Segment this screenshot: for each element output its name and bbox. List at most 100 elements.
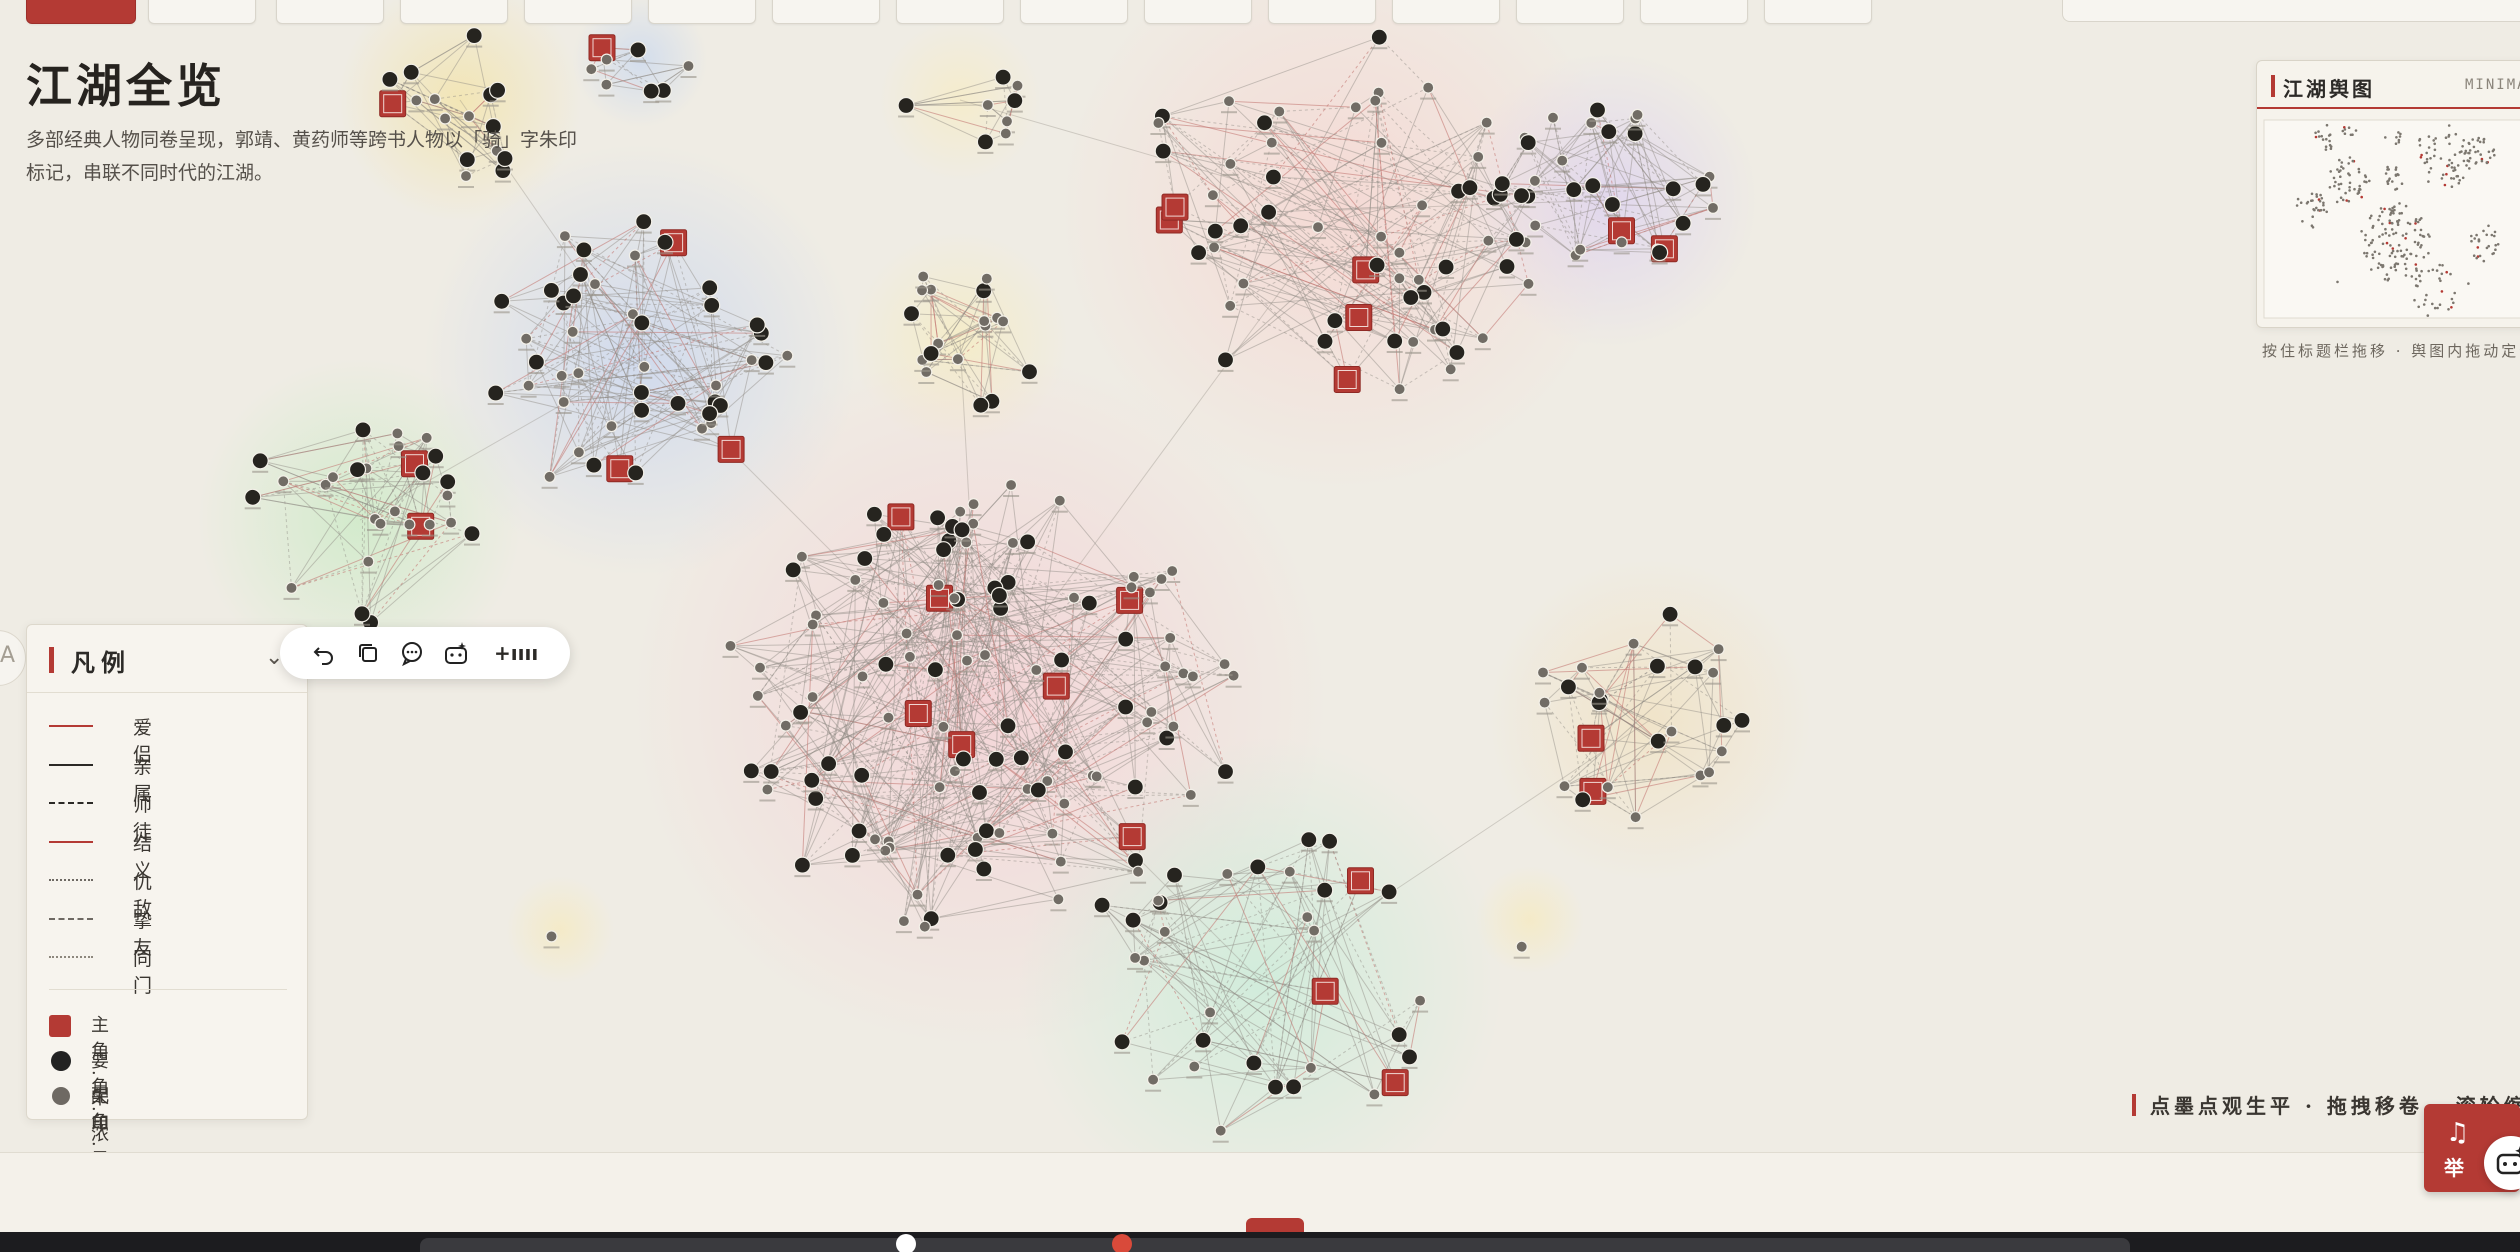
minor-character-node[interactable] bbox=[566, 325, 579, 338]
major-character-node[interactable] bbox=[463, 524, 481, 543]
minimap-titlebar[interactable]: 江湖舆图 MINIMAP bbox=[2257, 61, 2520, 109]
major-character-node[interactable] bbox=[251, 452, 269, 470]
major-character-node[interactable] bbox=[1626, 125, 1644, 143]
major-character-node[interactable] bbox=[1648, 657, 1667, 675]
minor-character-node[interactable] bbox=[1283, 865, 1296, 878]
minor-character-node[interactable] bbox=[932, 578, 945, 592]
major-character-node[interactable] bbox=[1400, 1048, 1419, 1066]
minor-character-node[interactable] bbox=[1601, 781, 1614, 794]
major-character-node[interactable] bbox=[1189, 244, 1208, 262]
minor-character-node[interactable] bbox=[1556, 154, 1569, 167]
minor-character-node[interactable] bbox=[1393, 383, 1406, 396]
major-character-node[interactable] bbox=[1124, 911, 1142, 929]
minor-character-node[interactable] bbox=[1374, 230, 1388, 243]
minor-character-node[interactable] bbox=[1237, 277, 1250, 290]
minor-character-node[interactable] bbox=[374, 517, 387, 530]
minor-character-node[interactable] bbox=[1167, 720, 1180, 733]
minor-character-node[interactable] bbox=[1368, 1088, 1381, 1101]
major-character-node[interactable] bbox=[1603, 195, 1622, 214]
minor-character-node[interactable] bbox=[1311, 221, 1325, 234]
minor-character-node[interactable] bbox=[1615, 236, 1628, 249]
major-character-node[interactable] bbox=[527, 353, 546, 371]
minor-character-node[interactable] bbox=[1141, 716, 1154, 729]
minor-character-node[interactable] bbox=[572, 446, 586, 459]
major-character-node[interactable] bbox=[1126, 778, 1144, 796]
major-character-node[interactable] bbox=[1006, 91, 1024, 110]
tab-active[interactable] bbox=[26, 0, 136, 24]
minor-character-node[interactable] bbox=[954, 505, 967, 518]
major-character-node[interactable] bbox=[487, 384, 505, 402]
minor-character-node[interactable] bbox=[428, 92, 441, 106]
major-character-node[interactable] bbox=[748, 316, 766, 334]
minor-character-node[interactable] bbox=[1273, 105, 1286, 118]
minor-character-node[interactable] bbox=[1090, 770, 1103, 783]
major-character-node[interactable] bbox=[975, 860, 993, 878]
major-character-node[interactable] bbox=[1370, 28, 1388, 46]
major-character-node[interactable] bbox=[1650, 243, 1669, 262]
major-character-node[interactable] bbox=[791, 703, 810, 722]
minor-character-node[interactable] bbox=[868, 833, 882, 846]
minor-character-node[interactable] bbox=[1011, 79, 1024, 92]
ai-icon[interactable] bbox=[442, 639, 470, 667]
major-character-node[interactable] bbox=[1020, 363, 1039, 381]
minor-character-node[interactable] bbox=[403, 518, 416, 531]
major-character-node[interactable] bbox=[922, 344, 940, 363]
minor-character-node[interactable] bbox=[806, 618, 819, 631]
minor-character-node[interactable] bbox=[1529, 219, 1542, 232]
minor-character-node[interactable] bbox=[999, 127, 1012, 140]
minor-character-node[interactable] bbox=[1375, 136, 1388, 149]
minor-character-node[interactable] bbox=[1515, 940, 1528, 953]
minor-character-node[interactable] bbox=[1415, 199, 1429, 212]
major-character-node[interactable] bbox=[843, 846, 862, 865]
major-character-node[interactable] bbox=[1386, 332, 1404, 350]
major-character-node[interactable] bbox=[1493, 175, 1511, 193]
major-character-node[interactable] bbox=[632, 383, 651, 402]
minor-character-node[interactable] bbox=[555, 369, 568, 382]
minor-character-node[interactable] bbox=[1558, 780, 1571, 793]
major-character-node[interactable] bbox=[1448, 343, 1466, 362]
minor-character-node[interactable] bbox=[1146, 1073, 1160, 1086]
minor-character-node[interactable] bbox=[277, 475, 290, 488]
major-character-node[interactable] bbox=[402, 63, 420, 81]
major-character-node[interactable] bbox=[1584, 177, 1602, 195]
minor-character-node[interactable] bbox=[993, 826, 1006, 840]
minor-character-node[interactable] bbox=[1159, 660, 1172, 673]
minor-character-node[interactable] bbox=[1214, 1124, 1227, 1137]
major-character-node[interactable] bbox=[1507, 230, 1526, 248]
major-character-node[interactable] bbox=[939, 846, 957, 864]
undo-icon[interactable] bbox=[310, 639, 338, 667]
minor-character-node[interactable] bbox=[1052, 893, 1065, 906]
minor-character-node[interactable] bbox=[1127, 570, 1140, 583]
minor-character-node[interactable] bbox=[779, 719, 792, 732]
minimap-panel[interactable]: 江湖舆图 MINIMAP bbox=[2256, 60, 2520, 328]
major-character-node[interactable] bbox=[1733, 711, 1751, 730]
minor-character-node[interactable] bbox=[856, 670, 869, 683]
tab[interactable] bbox=[648, 0, 756, 24]
major-character-node[interactable] bbox=[987, 750, 1005, 768]
major-character-node[interactable] bbox=[757, 354, 775, 372]
top-right-panel[interactable] bbox=[2062, 0, 2520, 22]
minor-character-node[interactable] bbox=[1476, 332, 1489, 345]
major-character-node[interactable] bbox=[990, 586, 1009, 605]
minor-character-node[interactable] bbox=[1574, 243, 1587, 256]
minor-character-node[interactable] bbox=[572, 367, 585, 380]
minor-character-node[interactable] bbox=[1143, 586, 1157, 599]
major-character-node[interactable] bbox=[1559, 678, 1578, 696]
major-character-node[interactable] bbox=[493, 292, 511, 310]
minor-character-node[interactable] bbox=[948, 765, 962, 778]
major-character-node[interactable] bbox=[970, 783, 989, 802]
major-character-node[interactable] bbox=[1080, 594, 1098, 612]
major-character-node[interactable] bbox=[381, 70, 399, 89]
major-character-node[interactable] bbox=[1018, 533, 1037, 551]
minor-character-node[interactable] bbox=[1152, 894, 1165, 907]
minor-character-node[interactable] bbox=[1125, 581, 1138, 594]
minor-character-node[interactable] bbox=[1030, 663, 1043, 677]
minor-character-node[interactable] bbox=[781, 349, 794, 362]
minor-character-node[interactable] bbox=[882, 711, 895, 724]
major-character-node[interactable] bbox=[1165, 866, 1184, 884]
major-character-node[interactable] bbox=[1216, 762, 1235, 781]
major-character-node[interactable] bbox=[1461, 179, 1479, 197]
major-character-node[interactable] bbox=[853, 766, 871, 784]
minor-character-node[interactable] bbox=[1412, 273, 1425, 286]
minor-character-node[interactable] bbox=[600, 78, 613, 91]
